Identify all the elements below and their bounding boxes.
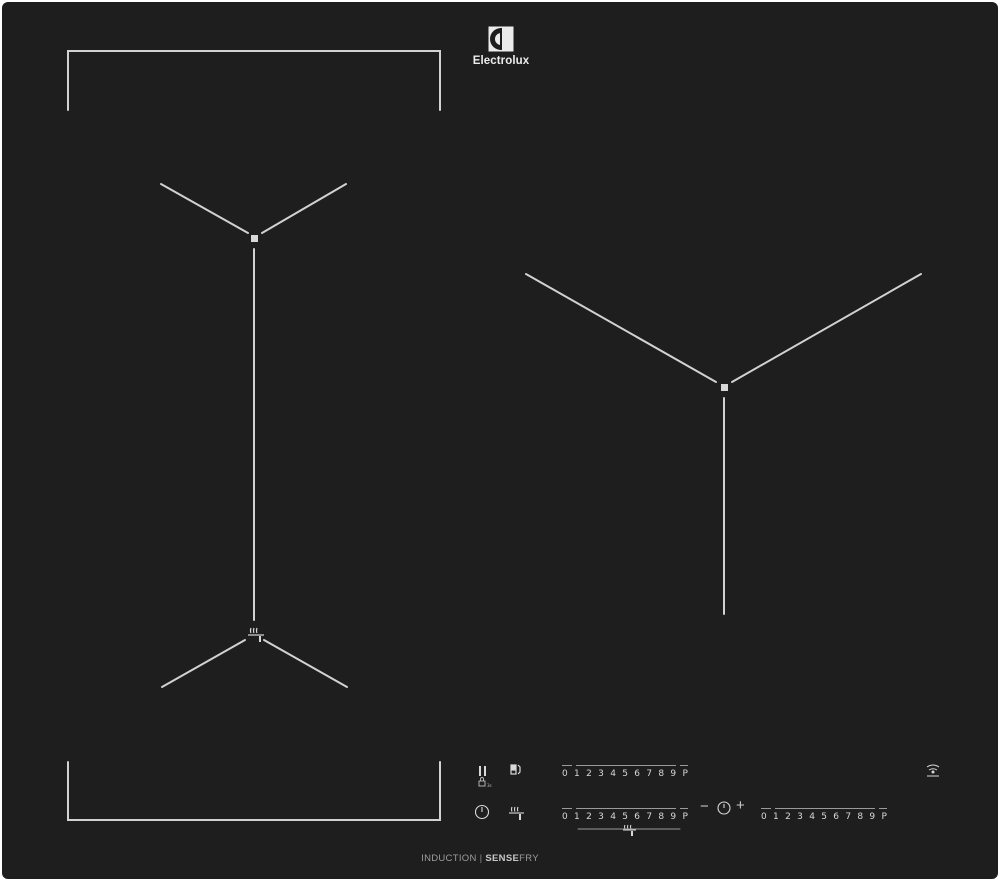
slider-level-1[interactable]: 1 (574, 769, 580, 779)
left-zone-upper-y (160, 183, 347, 234)
left-zone-power-slider[interactable]: 0123456789P (562, 765, 688, 781)
lock-icon (478, 777, 486, 787)
slider-level-2[interactable]: 2 (586, 769, 592, 779)
slider-level-2[interactable]: 2 (586, 812, 592, 822)
sensefry-slider-icon (623, 824, 636, 836)
slider-level-1[interactable]: 1 (574, 812, 580, 822)
induction-hob: 3s Electrolux 0 1 2 3 4 5 6 7 8 9 P 0 1 … (2, 2, 998, 879)
slider-level-4[interactable]: 4 (610, 812, 616, 822)
slider-level-8[interactable]: 8 (658, 812, 664, 822)
slider-level-6[interactable]: 6 (634, 812, 640, 822)
slider-level-3[interactable]: 3 (598, 812, 604, 822)
right-zone-center-dot (721, 384, 728, 391)
slider-level-9[interactable]: 9 (869, 812, 875, 822)
right-zone-y (525, 273, 922, 615)
sensefry-zone-icon (248, 627, 264, 642)
slider-level-6[interactable]: 6 (833, 812, 839, 822)
electrolux-logo-icon (488, 26, 514, 52)
power-icon (474, 804, 490, 820)
slider-level-7[interactable]: 7 (646, 812, 652, 822)
slider-level-4[interactable]: 4 (610, 769, 616, 779)
left-zone-bottom-bracket (67, 761, 441, 821)
slider-level-5[interactable]: 5 (821, 812, 827, 822)
slider-level-0[interactable]: 0 (562, 769, 568, 779)
hob2hood-wifi-icon (926, 764, 940, 777)
slider-level-3[interactable]: 3 (797, 812, 803, 822)
brand-logo: Electrolux (470, 26, 532, 67)
slider-level-P[interactable]: P (682, 812, 687, 822)
timer-plus-button[interactable]: + (736, 797, 745, 814)
slider-level-5[interactable]: 5 (622, 769, 628, 779)
slider-level-1[interactable]: 1 (773, 812, 779, 822)
right-zone-power-slider[interactable]: 0123456789P (562, 808, 688, 824)
slider-level-4[interactable]: 4 (809, 812, 815, 822)
slider-level-0[interactable]: 0 (562, 812, 568, 822)
left-zone-center-dot (251, 235, 258, 242)
timer-minus-button[interactable]: − (700, 798, 709, 815)
slider-level-9[interactable]: 9 (670, 812, 676, 822)
slider-level-2[interactable]: 2 (785, 812, 791, 822)
slider-level-8[interactable]: 8 (857, 812, 863, 822)
svg-text:3s: 3s (487, 783, 492, 788)
left-zone-lower-y (161, 639, 348, 688)
timer-slider[interactable]: 0123456789P (761, 808, 887, 824)
timer-icon (717, 801, 731, 815)
slider-level-7[interactable]: 7 (646, 769, 652, 779)
sensefry-temperature-icon (509, 806, 524, 820)
brand-name: Electrolux (472, 55, 530, 67)
slider-levels: 0123456789P (562, 769, 688, 779)
slider-levels: 0123456789P (761, 812, 887, 822)
slider-levels: 0123456789P (562, 812, 688, 822)
bridge-zone-icon (510, 764, 521, 775)
cooking-zone-markings: 3s (67, 50, 940, 836)
slider-level-7[interactable]: 7 (845, 812, 851, 822)
slider-level-P[interactable]: P (682, 769, 687, 779)
slider-level-6[interactable]: 6 (634, 769, 640, 779)
left-zone-top-bracket (67, 50, 441, 111)
slider-level-8[interactable]: 8 (658, 769, 664, 779)
slider-level-9[interactable]: 9 (670, 769, 676, 779)
slider-level-3[interactable]: 3 (598, 769, 604, 779)
slider-level-P[interactable]: P (881, 812, 886, 822)
slider-level-0[interactable]: 0 (761, 812, 767, 822)
technology-label: INDUCTION | SENSEFRY (421, 853, 539, 864)
slider-level-5[interactable]: 5 (622, 812, 628, 822)
pause-icon (479, 766, 486, 776)
